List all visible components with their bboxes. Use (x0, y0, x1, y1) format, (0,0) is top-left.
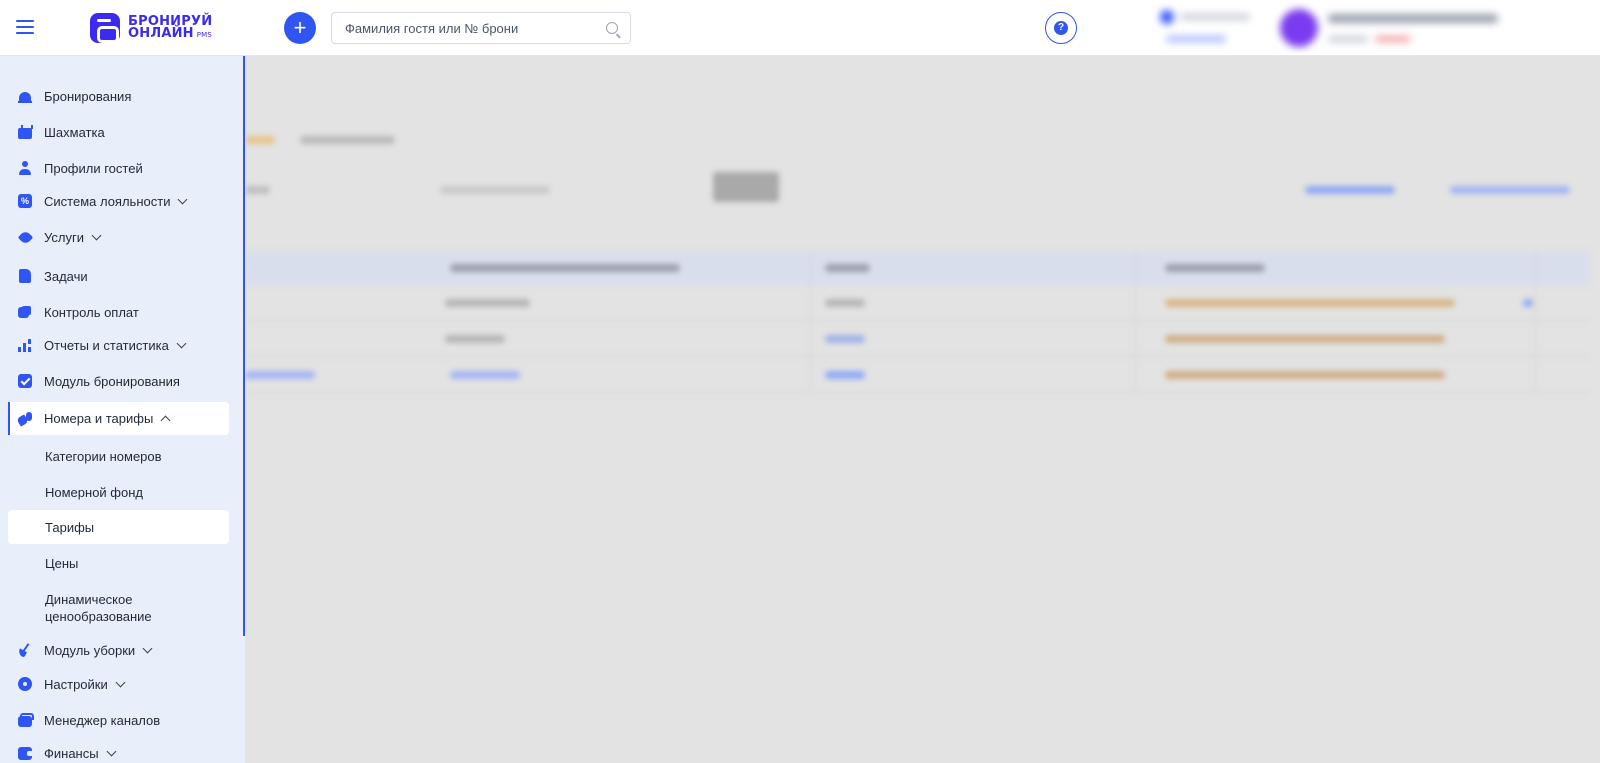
sidebar-item-label: Профили гостей (44, 160, 143, 176)
percent-icon (18, 194, 32, 208)
sidebar-item-label: Бронирования (44, 88, 132, 104)
hamburger-menu-icon[interactable] (14, 16, 36, 38)
sidebar-subitem-room-stock[interactable]: Номерной фонд (8, 474, 229, 510)
sidebar-item-channel-manager[interactable]: Менеджер каналов (8, 702, 229, 738)
sidebar-subitem-label: Категории номеров (45, 448, 162, 464)
sidebar-nav: Бронирования Шахматка Профили гостей Сис… (8, 78, 229, 763)
logo[interactable]: БРОНИРУЙ ОНЛАЙН PMS (90, 12, 212, 44)
user-icon (18, 161, 32, 175)
logo-text: БРОНИРУЙ ОНЛАЙН PMS (128, 13, 213, 41)
key-icon (18, 411, 32, 426)
bell-icon (18, 89, 32, 103)
document-icon (18, 269, 32, 283)
sidebar-item-rooms-and-rates[interactable]: Номера и тарифы (8, 402, 229, 435)
sidebar: Бронирования Шахматка Профили гостей Сис… (0, 56, 245, 763)
sidebar-subitem-room-categories[interactable]: Категории номеров (8, 438, 229, 474)
search-input[interactable] (332, 13, 592, 43)
sidebar-item-label: Система лояльности (44, 193, 171, 209)
sidebar-item-bookings[interactable]: Бронирования (8, 78, 229, 114)
sidebar-scrollbar[interactable] (243, 56, 245, 636)
sidebar-item-finance[interactable]: Финансы (8, 738, 229, 763)
sidebar-subitem-dynamic-pricing[interactable]: Динамическое ценообразование (8, 582, 229, 634)
gear-icon (18, 677, 32, 691)
sidebar-item-label: Модуль бронирования (44, 373, 180, 389)
check-square-icon (18, 374, 32, 388)
sidebar-item-tasks[interactable]: Задачи (8, 258, 229, 294)
channel-box-icon (18, 713, 34, 727)
sidebar-subitem-label: Тарифы (45, 519, 95, 535)
sidebar-item-booking-module[interactable]: Модуль бронирования (8, 360, 229, 402)
sidebar-item-housekeeping[interactable]: Модуль уборки (8, 634, 229, 666)
sidebar-item-label: Контроль оплат (44, 304, 139, 320)
sidebar-item-label: Задачи (44, 268, 88, 284)
sidebar-item-settings[interactable]: Настройки (8, 666, 229, 702)
chevron-down-icon (178, 194, 188, 204)
chevron-down-icon (115, 677, 126, 687)
calendar-icon (18, 125, 33, 139)
sidebar-item-label: Менеджер каналов (44, 712, 161, 728)
sidebar-item-label: Настройки (44, 676, 108, 692)
chevron-down-icon (91, 230, 102, 240)
add-booking-button[interactable]: + (284, 12, 316, 44)
help-button[interactable]: ? (1045, 12, 1077, 44)
broom-icon (18, 643, 32, 657)
tag-icon (18, 230, 32, 244)
search-icon[interactable] (606, 22, 618, 34)
sidebar-item-label: Номера и тарифы (44, 411, 154, 426)
coins-icon (18, 305, 32, 319)
sidebar-subitem-label: Номерной фонд (45, 484, 143, 500)
sidebar-item-services[interactable]: Услуги (8, 216, 229, 258)
sidebar-subitem-label-line2: ценообразование (45, 609, 152, 624)
sidebar-subitem-prices[interactable]: Цены (8, 544, 229, 582)
sidebar-item-label: Отчеты и статистика (44, 337, 169, 353)
sidebar-item-label: Модуль уборки (44, 642, 136, 658)
blurred-status-widget (1160, 8, 1260, 48)
sidebar-subitem-label: Цены (45, 555, 79, 571)
sidebar-item-loyalty[interactable]: Система лояльности (8, 186, 229, 216)
sidebar-item-guest-profiles[interactable]: Профили гостей (8, 150, 229, 186)
sidebar-subitem-rates[interactable]: Тарифы (8, 510, 229, 544)
help-icon: ? (1054, 21, 1068, 35)
blurred-page-content (245, 56, 1600, 763)
blurred-user-profile (1280, 6, 1510, 50)
search-box (331, 12, 631, 44)
wallet-icon (18, 746, 32, 760)
chevron-up-icon (160, 415, 171, 425)
sidebar-item-label: Финансы (44, 745, 99, 761)
chevron-down-icon (142, 643, 153, 653)
sidebar-item-chessboard[interactable]: Шахматка (8, 114, 229, 150)
top-bar: БРОНИРУЙ ОНЛАЙНPMS + ? (0, 0, 1600, 56)
chevron-down-icon (176, 338, 187, 348)
sidebar-item-payment-control[interactable]: Контроль оплат (8, 294, 229, 330)
sidebar-item-label: Шахматка (44, 124, 105, 140)
bar-chart-icon (18, 338, 32, 352)
sidebar-item-label: Услуги (44, 229, 84, 245)
logo-mark-icon (90, 13, 120, 43)
sidebar-subitem-label-line1: Динамическое (45, 592, 133, 607)
chevron-down-icon (106, 746, 117, 756)
sidebar-item-reports[interactable]: Отчеты и статистика (8, 330, 229, 360)
